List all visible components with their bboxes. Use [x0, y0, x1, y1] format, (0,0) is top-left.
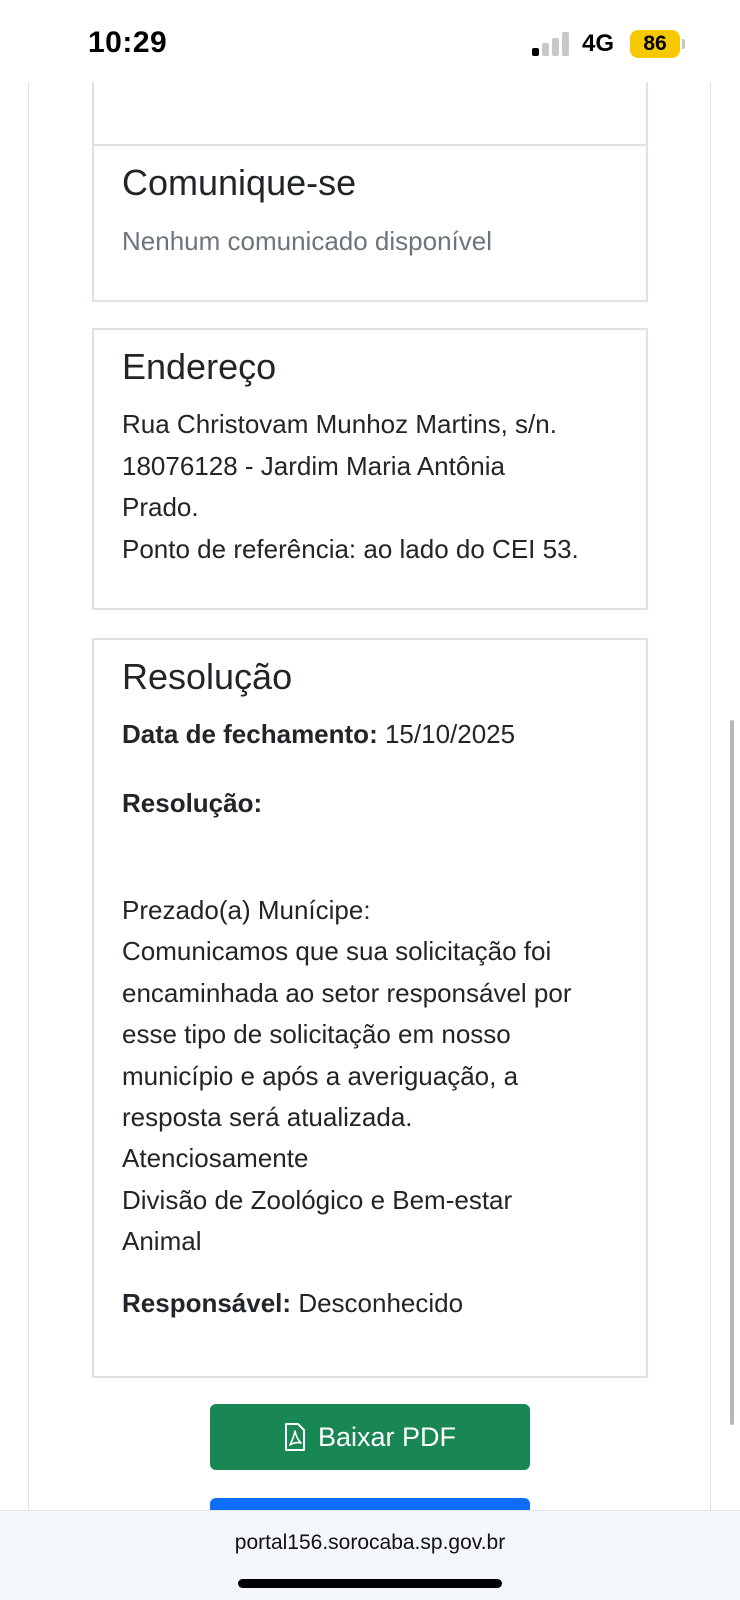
browser-address-bar[interactable]: portal156.sorocaba.sp.gov.br — [0, 1510, 740, 1600]
resolution-line: Divisão de Zoológico e Bem-estar — [122, 1184, 513, 1215]
scrollbar-thumb[interactable] — [730, 720, 734, 1425]
resolution-line: Animal — [122, 1226, 202, 1257]
closing-date-row: Data de fechamento: 15/10/2025 — [122, 714, 515, 754]
resolution-line: encaminhada ao setor responsável por — [122, 977, 572, 1008]
endereco-text: Rua Christovam Munhoz Martins, s/n. 1807… — [122, 404, 632, 570]
resolucao-card: Resolução Data de fechamento: 15/10/2025… — [92, 638, 648, 1378]
status-time: 10:29 — [88, 26, 168, 59]
endereco-title: Endereço — [122, 346, 277, 387]
address-line: Prado. — [122, 492, 199, 522]
closing-date-value: 15/10/2025 — [384, 719, 516, 749]
status-bar: 10:29 4G 86 — [0, 0, 740, 82]
reference-line: Ponto de referência: ao lado do CEI 53. — [122, 533, 579, 564]
resolution-label-row: Resolução: — [122, 783, 262, 823]
address-line: Rua Christovam Munhoz Martins, s/n. — [122, 409, 557, 439]
download-pdf-button[interactable]: Baixar PDF — [210, 1404, 530, 1470]
resolution-text: Prezado(a) Munícipe: Comunicamos que sua… — [122, 890, 632, 1263]
battery-icon: 86 — [630, 30, 680, 58]
responsible-value: Desconhecido — [298, 1288, 464, 1318]
closing-date-label: Data de fechamento: — [122, 719, 378, 749]
home-indicator[interactable] — [238, 1579, 502, 1588]
resolucao-title: Resolução — [122, 656, 293, 697]
comunique-empty-text: Nenhum comunicado disponível — [122, 226, 492, 256]
comunique-card: Comunique-se Nenhum comunicado disponíve… — [92, 144, 648, 302]
page-content[interactable]: Comunique-se Nenhum comunicado disponíve… — [0, 82, 740, 1512]
download-pdf-label: Baixar PDF — [317, 1421, 457, 1452]
responsible-row: Responsável: Desconhecido — [122, 1283, 463, 1323]
resolution-line: município e após a averiguação, a — [122, 1060, 519, 1091]
resolution-line: esse tipo de solicitação em nosso — [122, 1019, 511, 1050]
resolution-line: Atenciosamente — [122, 1143, 309, 1174]
address-line: 18076128 - Jardim Maria Antônia — [122, 450, 506, 481]
battery-cap — [682, 39, 685, 49]
file-pdf-icon — [284, 1423, 305, 1451]
url-text[interactable]: portal156.sorocaba.sp.gov.br — [0, 1531, 740, 1555]
responsible-label: Responsável: — [122, 1288, 292, 1318]
comunique-title: Comunique-se — [122, 162, 357, 203]
resolution-line: resposta será atualizada. — [122, 1102, 413, 1133]
network-type: 4G — [582, 30, 615, 57]
cellular-signal-icon — [532, 32, 572, 56]
resolution-label: Resolução: — [122, 788, 263, 818]
resolution-line: Prezado(a) Munícipe: — [122, 895, 371, 925]
endereco-card: Endereço Rua Christovam Munhoz Martins, … — [92, 328, 648, 610]
resolution-line: Comunicamos que sua solicitação foi — [122, 936, 552, 967]
